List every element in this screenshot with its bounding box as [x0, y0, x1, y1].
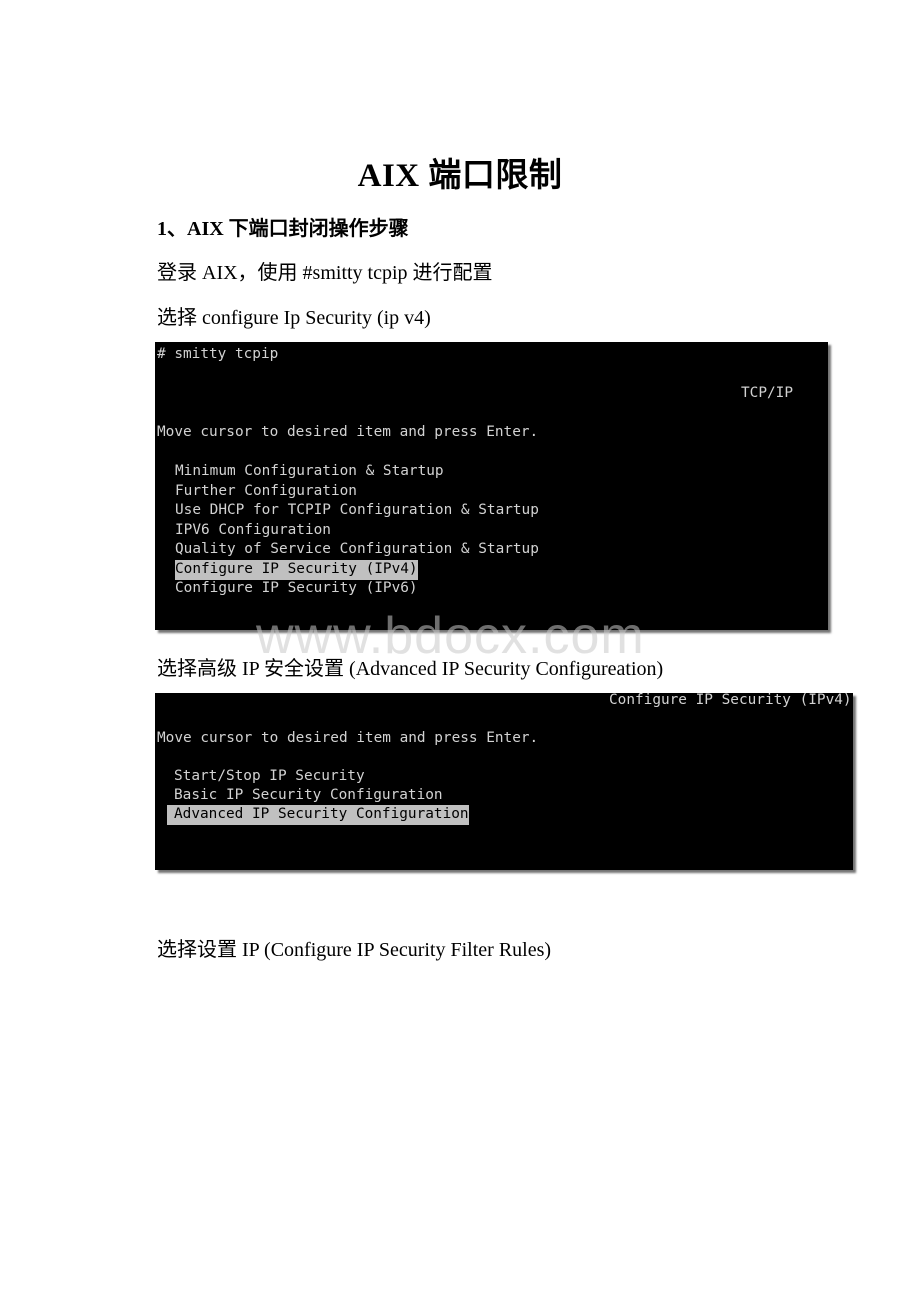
terminal-instruction: Move cursor to desired item and press En… [157, 424, 539, 440]
menu-item-selected: Configure IP Security (IPv4) [175, 560, 418, 580]
menu-item: Basic IP Security Configuration [174, 787, 443, 803]
menu-item: Quality of Service Configuration & Start… [175, 541, 539, 557]
menu-item: Further Configuration [175, 483, 357, 499]
terminal-screenshot-tcpip: # smitty tcpip TCP/IP Move cursor to des… [155, 342, 828, 630]
document-title: AIX 端口限制 [357, 158, 563, 194]
menu-item-selected: Advanced IP Security Configuration [167, 805, 469, 825]
menu-item: Start/Stop IP Security [174, 768, 365, 784]
terminal-instruction: Move cursor to desired item and press En… [157, 730, 539, 746]
menu-item: Minimum Configuration & Startup [175, 463, 444, 479]
terminal-command: # smitty tcpip [157, 346, 279, 362]
menu-item: IPV6 Configuration [175, 522, 331, 538]
section-heading: 1、AIX 下端口封闭操作步骤 [157, 218, 409, 240]
terminal-screen-title: TCP/IP [741, 385, 793, 401]
terminal-screenshot-ip-security: Configure IP Security (IPv4) Move cursor… [155, 692, 853, 870]
menu-item: Use DHCP for TCPIP Configuration & Start… [175, 502, 539, 518]
paragraph-select-filter-rules: 选择设置 IP (Configure IP Security Filter Ru… [157, 939, 552, 961]
terminal-screen-title: Configure IP Security (IPv4) [609, 692, 852, 708]
paragraph-select-ipv4: 选择 configure Ip Security (ip v4) [157, 307, 431, 329]
paragraph-login: 登录 AIX，使用 #smitty tcpip 进行配置 [157, 262, 493, 284]
menu-item: Configure IP Security (IPv6) [175, 580, 418, 596]
paragraph-select-advanced: 选择高级 IP 安全设置 (Advanced IP Security Confi… [157, 658, 664, 680]
